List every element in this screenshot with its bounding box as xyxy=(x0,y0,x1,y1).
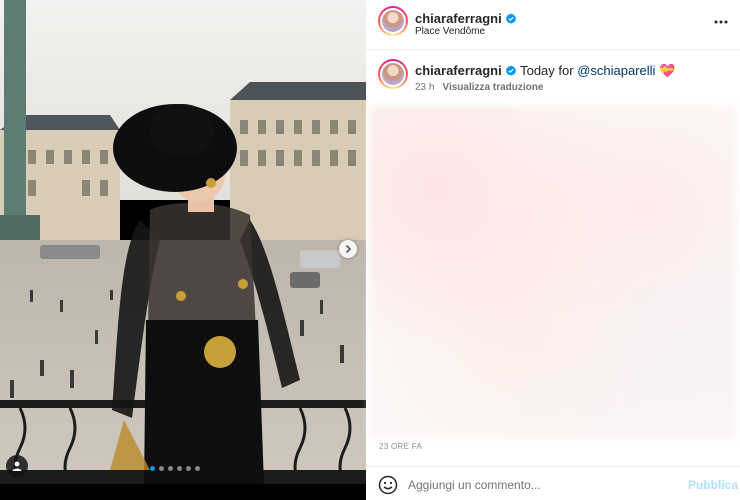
caption-meta: 23 h Visualizza traduzione xyxy=(415,82,543,93)
avatar-image xyxy=(382,63,404,85)
post-header: chiaraferragni Place Vendôme xyxy=(366,0,740,50)
more-horizontal-icon xyxy=(714,20,728,24)
see-translation-button[interactable]: Visualizza traduzione xyxy=(442,82,543,93)
carousel-dot xyxy=(186,466,191,471)
post-location[interactable]: Place Vendôme xyxy=(415,26,485,37)
verified-badge-icon xyxy=(505,65,516,76)
caption-time[interactable]: 23 h xyxy=(415,82,434,93)
comment-input[interactable] xyxy=(408,475,678,495)
caption-mention-link[interactable]: @schiaparelli xyxy=(577,63,655,78)
carousel-dot xyxy=(195,466,200,471)
publish-button[interactable]: Pubblica xyxy=(688,478,738,492)
author-username[interactable]: chiaraferragni xyxy=(415,11,502,26)
post-photo xyxy=(0,0,366,484)
caption-author-avatar[interactable] xyxy=(378,59,408,89)
comment-bar: Pubblica xyxy=(366,466,740,500)
more-options-button[interactable] xyxy=(710,12,732,32)
carousel-dot xyxy=(177,466,182,471)
carousel-indicator xyxy=(150,466,200,471)
next-slide-button[interactable] xyxy=(339,240,357,258)
caption-username[interactable]: chiaraferragni xyxy=(415,63,502,78)
heart-emoji: 💝 xyxy=(659,63,676,78)
post-timestamp[interactable]: 23 ORE FA xyxy=(379,442,422,451)
post-sidebar: chiaraferragni Place Vendôme chiaraferra… xyxy=(366,0,740,500)
chevron-right-icon xyxy=(345,244,352,254)
carousel-dot xyxy=(168,466,173,471)
smiley-icon[interactable] xyxy=(378,475,398,495)
caption-text: Today for xyxy=(520,63,574,78)
comments-area-blurred xyxy=(370,106,736,438)
author-avatar[interactable] xyxy=(378,6,408,36)
avatar-image xyxy=(382,10,404,32)
carousel-dot xyxy=(150,466,155,471)
post-media[interactable] xyxy=(0,0,366,500)
carousel-dot xyxy=(159,466,164,471)
verified-badge-icon xyxy=(505,13,516,24)
tagged-users-button[interactable] xyxy=(6,455,28,477)
post-caption: chiaraferragni Today for @schiaparelli 💝 xyxy=(415,63,675,79)
user-tag-icon xyxy=(12,461,22,471)
